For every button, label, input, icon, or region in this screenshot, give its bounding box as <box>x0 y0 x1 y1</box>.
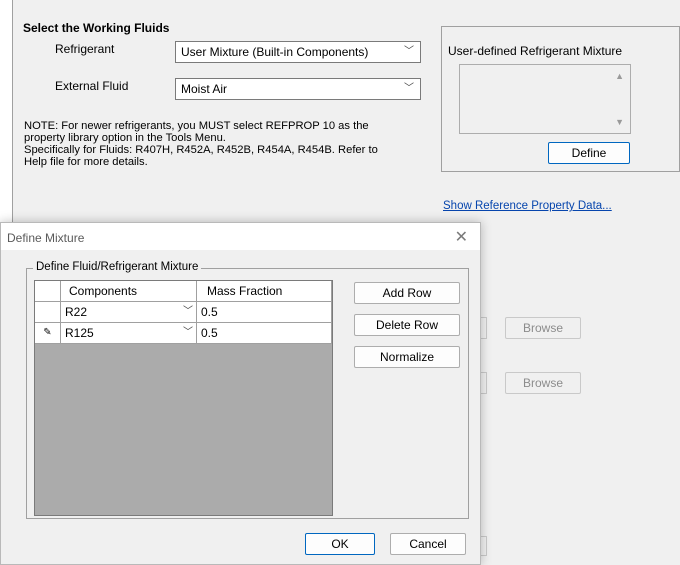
cancel-button[interactable]: Cancel <box>390 533 466 555</box>
browse-button-1[interactable]: Browse <box>505 317 581 339</box>
hidden-field-edge <box>481 536 487 556</box>
component-cell[interactable]: R22 ﹀ <box>61 302 197 323</box>
delete-row-button[interactable]: Delete Row <box>354 314 460 336</box>
note-line: NOTE: For newer refrigerants, you MUST s… <box>24 120 369 132</box>
chevron-down-icon[interactable]: ﹀ <box>183 323 193 343</box>
component-cell[interactable]: R125 ﹀ <box>61 323 197 344</box>
table-row: ✎ R125 ﹀ 0.5 <box>35 323 332 344</box>
note-line: property library option in the Tools Men… <box>24 132 226 144</box>
chevron-down-icon: ﹀ <box>404 83 414 94</box>
dialog-title: Define Mixture <box>7 231 85 245</box>
table-row: R22 ﹀ 0.5 <box>35 302 332 323</box>
define-button[interactable]: Define <box>548 142 630 164</box>
mass-fraction-cell[interactable]: 0.5 <box>197 323 332 344</box>
mixture-groupbox-title: Define Fluid/Refrigerant Mixture <box>33 261 202 273</box>
pencil-icon[interactable]: ✎ <box>35 323 61 344</box>
grid-header-components[interactable]: Components <box>61 281 197 302</box>
refrigerant-select[interactable]: User Mixture (Built-in Components) ﹀ <box>175 41 421 63</box>
component-value: R22 <box>65 305 88 319</box>
component-value: R125 <box>65 326 94 340</box>
mass-fraction-cell[interactable]: 0.5 <box>197 302 332 323</box>
mixture-grid: Components Mass Fraction R22 ﹀ 0.5 ✎ R12… <box>34 280 333 516</box>
external-fluid-select[interactable]: Moist Air ﹀ <box>175 78 421 100</box>
grid-header-row: Components Mass Fraction <box>35 281 332 302</box>
hidden-field-edge <box>481 372 487 394</box>
chevron-down-icon[interactable]: ﹀ <box>183 302 193 322</box>
mixture-listbox[interactable]: ▲ ▼ <box>459 64 631 134</box>
hidden-field-edge <box>481 317 487 339</box>
add-row-button[interactable]: Add Row <box>354 282 460 304</box>
dialog-titlebar[interactable]: Define Mixture ✕ <box>1 223 480 251</box>
browse-button-2[interactable]: Browse <box>505 372 581 394</box>
mixture-panel-title: User-defined Refrigerant Mixture <box>448 44 623 58</box>
show-reference-property-link[interactable]: Show Reference Property Data... <box>443 200 612 212</box>
external-fluid-label: External Fluid <box>55 79 129 93</box>
grid-header-mass-fraction[interactable]: Mass Fraction <box>197 281 332 302</box>
normalize-button[interactable]: Normalize <box>354 346 460 368</box>
triangle-up-icon[interactable]: ▲ <box>615 71 624 81</box>
ok-button[interactable]: OK <box>305 533 375 555</box>
refrigerant-label: Refrigerant <box>55 42 115 56</box>
note-text: NOTE: For newer refrigerants, you MUST s… <box>24 120 429 168</box>
refrigerant-select-value: User Mixture (Built-in Components) <box>181 45 369 59</box>
external-fluid-select-value: Moist Air <box>181 82 228 96</box>
close-icon[interactable]: ✕ <box>455 227 468 247</box>
section-title-working-fluids: Select the Working Fluids <box>23 21 170 35</box>
note-line: Specifically for Fluids: R407H, R452A, R… <box>24 144 378 156</box>
triangle-down-icon[interactable]: ▼ <box>615 117 624 127</box>
row-header-cell[interactable] <box>35 302 61 323</box>
grid-corner-cell <box>35 281 61 302</box>
chevron-down-icon: ﹀ <box>404 46 414 57</box>
note-line: Help file for more details. <box>24 156 148 168</box>
